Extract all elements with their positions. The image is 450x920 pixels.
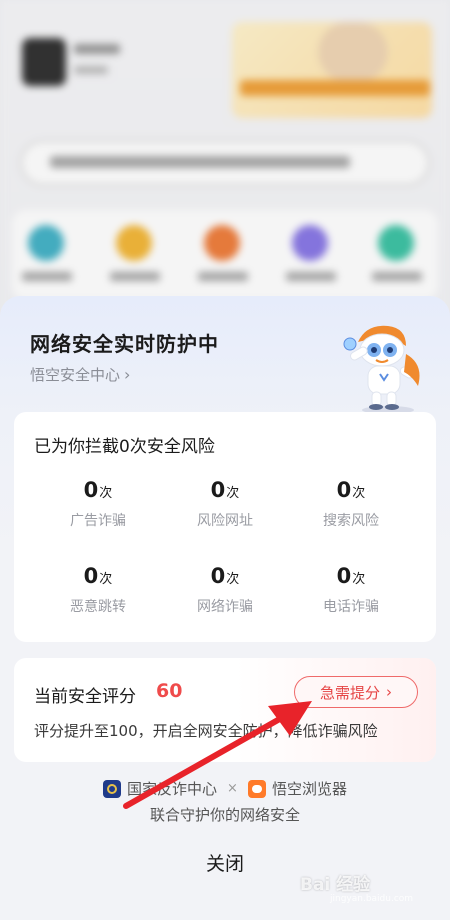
chevron-right-icon: › xyxy=(386,683,392,701)
partner-anti-fraud-center: 国家反诈中心 xyxy=(127,780,218,798)
tagline: 联合守护你的网络安全 xyxy=(149,806,300,824)
robot-mascot-illustration xyxy=(343,325,420,414)
boost-score-label: 急需提分 xyxy=(319,683,380,702)
stat-value: 0 xyxy=(336,478,352,502)
stat-ad-fraud: 0次 广告诈骗 xyxy=(38,478,158,530)
stat-label: 风险网址 xyxy=(197,513,253,529)
times-symbol: × xyxy=(227,781,238,796)
stat-unit: 次 xyxy=(226,572,240,587)
score-card-decoration xyxy=(236,658,436,762)
score-title: 当前安全评分 xyxy=(34,687,136,707)
partner-wukong-browser: 悟空浏览器 xyxy=(271,780,347,798)
score-value: 60 xyxy=(156,680,183,702)
intercept-title: 已为你拦截0次安全风险 xyxy=(34,437,215,457)
stat-label: 搜索风险 xyxy=(323,513,379,529)
security-bottom-sheet: 网络安全实时防护中 悟空安全中心 › 已为你拦截0次安全风险 0次 广告诈骗 0… xyxy=(0,296,450,920)
score-description: 评分提升至100，开启全网安全防护，降低诈骗风险 xyxy=(34,722,378,740)
stat-unit: 次 xyxy=(99,486,113,501)
stat-malicious-redirect: 0次 恶意跳转 xyxy=(38,564,158,616)
stat-label: 电话诈骗 xyxy=(323,599,379,615)
wukong-browser-icon xyxy=(247,779,266,798)
stat-unit: 次 xyxy=(352,572,366,587)
stat-risky-url: 0次 风险网址 xyxy=(165,478,285,530)
security-score-card: 当前安全评分 60 急需提分 › 评分提升至100，开启全网安全防护，降低诈骗风… xyxy=(14,658,436,762)
baidu-watermark-url: jingyan.baidu.com xyxy=(330,894,414,904)
close-button[interactable]: 关闭 xyxy=(175,848,275,880)
stat-label: 网络诈骗 xyxy=(197,599,253,615)
stat-value: 0 xyxy=(83,478,99,502)
stat-label: 广告诈骗 xyxy=(70,513,126,529)
stat-unit: 次 xyxy=(226,486,240,501)
stat-value: 0 xyxy=(336,564,352,588)
anti-fraud-center-icon xyxy=(103,779,122,798)
stat-value: 0 xyxy=(83,564,99,588)
stat-unit: 次 xyxy=(352,486,366,501)
stat-phone-fraud: 0次 电话诈骗 xyxy=(291,564,411,616)
stat-search-risk: 0次 搜索风险 xyxy=(291,478,411,530)
security-center-link-label: 悟空安全中心 xyxy=(30,366,121,384)
baidu-watermark: Bai 经验 xyxy=(300,875,371,895)
stat-label: 恶意跳转 xyxy=(70,599,126,615)
sheet-title: 网络安全实时防护中 xyxy=(30,332,219,356)
boost-score-button[interactable]: 急需提分 › xyxy=(294,676,418,708)
intercept-stats-card: 已为你拦截0次安全风险 0次 广告诈骗 0次 风险网址 0次 搜索风险 0次 恶… xyxy=(14,412,436,642)
chevron-right-icon: › xyxy=(124,365,131,384)
stat-value: 0 xyxy=(210,564,226,588)
security-center-link[interactable]: 悟空安全中心 › xyxy=(30,364,130,385)
stat-unit: 次 xyxy=(99,572,113,587)
partners-row: 国家反诈中心 × 悟空浏览器 xyxy=(0,778,450,799)
stat-value: 0 xyxy=(210,478,226,502)
stat-online-fraud: 0次 网络诈骗 xyxy=(165,564,285,616)
